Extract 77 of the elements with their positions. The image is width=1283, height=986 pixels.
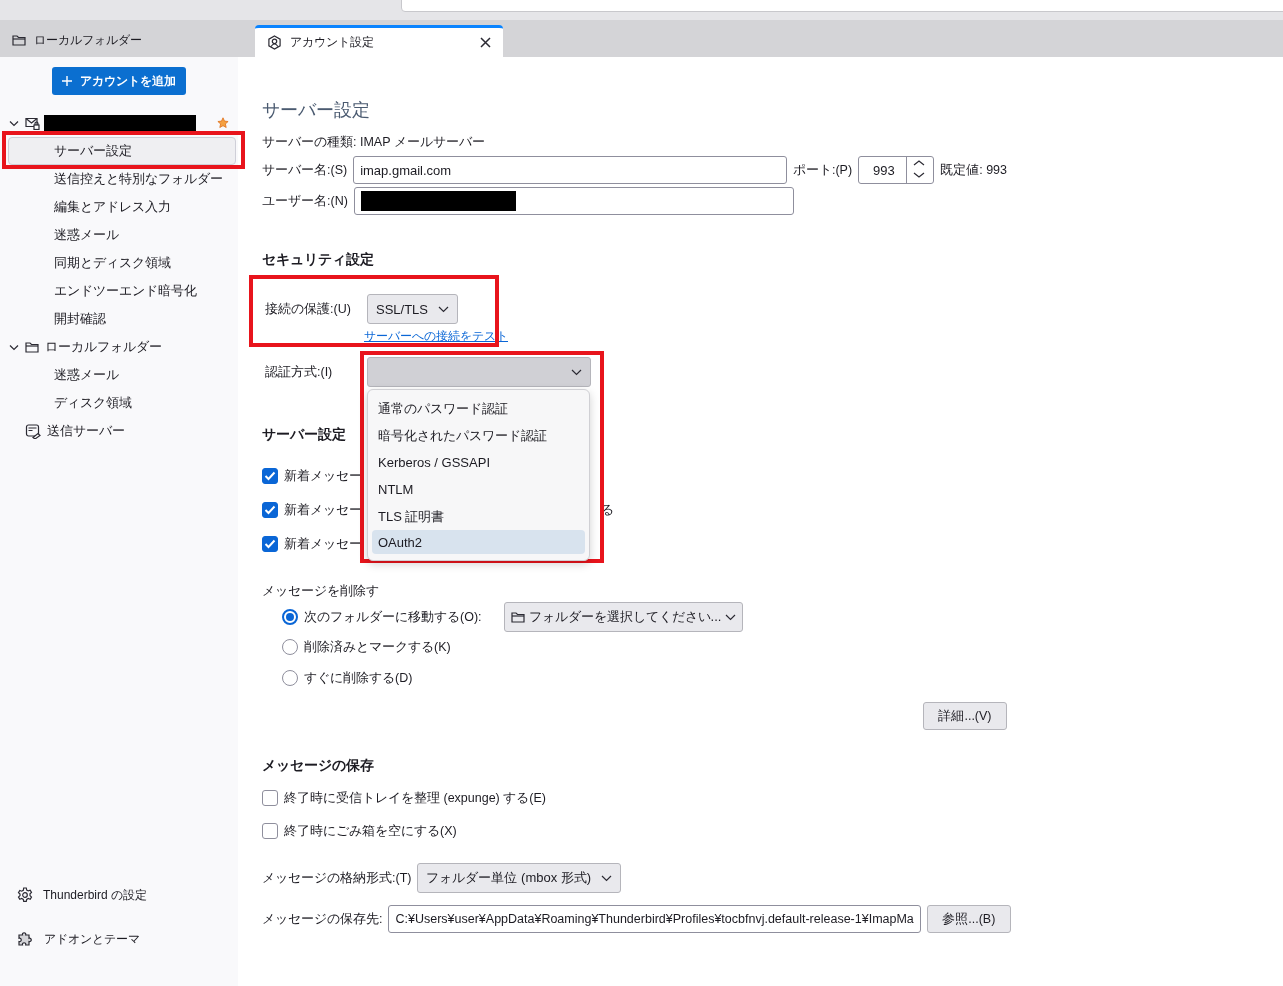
checkbox[interactable] <box>262 536 278 552</box>
connection-security-select[interactable]: SSL/TLS <box>367 294 459 324</box>
radio-button[interactable] <box>282 639 298 655</box>
folder-icon <box>12 34 26 46</box>
chevron-icon <box>725 613 737 621</box>
gear-icon <box>17 887 33 903</box>
section-title: サーバー設定 <box>262 99 370 122</box>
advanced-button[interactable]: 詳細...(V) <box>923 702 1007 730</box>
tree-item[interactable]: 送信控えと特別なフォルダー <box>8 165 236 193</box>
menu-option[interactable]: 通常のパスワード認証 <box>372 395 585 422</box>
storage-format-select[interactable]: フォルダー単位 (mbox 形式) <box>417 863 622 893</box>
folder-picker-select[interactable]: フォルダーを選択してください... <box>503 602 744 632</box>
footer-link[interactable]: Thunderbird の設定 <box>43 886 148 904</box>
server-type-text: サーバーの種類: IMAP メールサーバー <box>262 133 485 151</box>
plus-icon <box>62 76 72 86</box>
add-account-button[interactable]: アカウントを追加 <box>52 67 186 95</box>
chevron-icon[interactable] <box>9 343 19 351</box>
outbox-icon <box>25 423 41 439</box>
footer-link[interactable]: アドオンとテーマ <box>44 930 140 948</box>
folder-icon <box>510 611 525 623</box>
checkbox[interactable] <box>262 790 278 806</box>
checkbox-label: る <box>601 501 614 519</box>
chevron-icon <box>571 368 582 376</box>
field-label: 認証方式:(I) <box>265 363 334 381</box>
menu-option[interactable]: OAuth2 <box>372 530 585 554</box>
field-label: ユーザー名:(N) <box>262 192 348 210</box>
section-heading: メッセージの保存 <box>262 757 374 775</box>
tree-item[interactable]: エンドツーエンド暗号化 <box>8 277 236 305</box>
folder-icon <box>25 341 39 353</box>
menu-option[interactable]: TLS 証明書 <box>372 503 585 530</box>
browse-button[interactable]: 参照...(B) <box>926 905 1011 933</box>
tree-item[interactable]: 送信サーバー <box>47 422 125 440</box>
tab[interactable]: アカウント設定 <box>255 25 503 57</box>
field-label: サーバー名:(S) <box>262 161 348 179</box>
tree-item[interactable]: 迷惑メール <box>8 221 236 249</box>
chevron-icon <box>601 874 613 882</box>
menu-option[interactable]: NTLM <box>372 476 585 503</box>
checkbox[interactable] <box>262 502 278 518</box>
close-icon[interactable] <box>480 37 491 48</box>
tree-item[interactable]: ローカルフォルダー <box>45 338 162 356</box>
test-connection-link[interactable]: サーバーへの接続をテスト <box>364 329 508 343</box>
checkbox-label: 終了時に受信トレイを整理 (expunge) する(E) <box>284 789 546 807</box>
account-icon <box>267 35 282 50</box>
tree-item[interactable]: ディスク領域 <box>8 389 236 417</box>
puzzle-icon <box>17 931 34 947</box>
radio-label: 削除済みとマークする(K) <box>304 638 451 656</box>
search-field[interactable] <box>401 0 1283 12</box>
chevron-icon <box>438 305 450 313</box>
delete-options-label: メッセージを削除す <box>262 582 379 600</box>
radio-label: 次のフォルダーに移動する(O): <box>304 608 482 626</box>
tree-item[interactable]: サーバー設定 <box>8 137 236 165</box>
storage-path-field[interactable]: C:¥Users¥user¥AppData¥Roaming¥Thunderbird¥Profiles¥tocbfnvj.default-release-1¥ImapMa <box>388 905 921 933</box>
radio-button[interactable] <box>282 670 298 686</box>
chevron-icon[interactable] <box>9 119 19 127</box>
tree-item[interactable]: 編集とアドレス入力 <box>8 193 236 221</box>
menu-option[interactable]: 暗号化されたパスワード認証 <box>372 422 585 449</box>
section-heading: サーバー設定 <box>262 426 346 444</box>
server-name-field[interactable]: imap.gmail.com <box>353 156 787 184</box>
checkbox-label: 終了時にごみ箱を空にする(X) <box>284 822 457 840</box>
user-name-field[interactable] <box>353 187 794 215</box>
field-label: メッセージの保存先: <box>262 910 383 928</box>
menu-option[interactable]: Kerberos / GSSAPI <box>372 449 585 476</box>
tree-item[interactable]: 迷惑メール <box>8 361 236 389</box>
field-label: メッセージの格納形式:(T) <box>262 869 412 887</box>
radio-label: すぐに削除する(D) <box>304 669 413 687</box>
mail-lock-icon <box>25 116 40 130</box>
radio-button[interactable] <box>282 609 298 625</box>
tab[interactable]: ローカルフォルダー <box>0 23 255 57</box>
checkbox[interactable] <box>262 823 278 839</box>
default-port-text: 既定値: 993 <box>940 161 1007 179</box>
checkbox[interactable] <box>262 468 278 484</box>
section-heading: セキュリティ設定 <box>262 251 374 269</box>
field-label: ポート:(P) <box>792 161 853 179</box>
port-field[interactable]: 993 <box>858 156 935 184</box>
tree-item[interactable]: 開封確認 <box>8 305 236 333</box>
tree-item[interactable]: 同期とディスク領域 <box>8 249 236 277</box>
field-label: 接続の保護:(U) <box>265 300 352 318</box>
